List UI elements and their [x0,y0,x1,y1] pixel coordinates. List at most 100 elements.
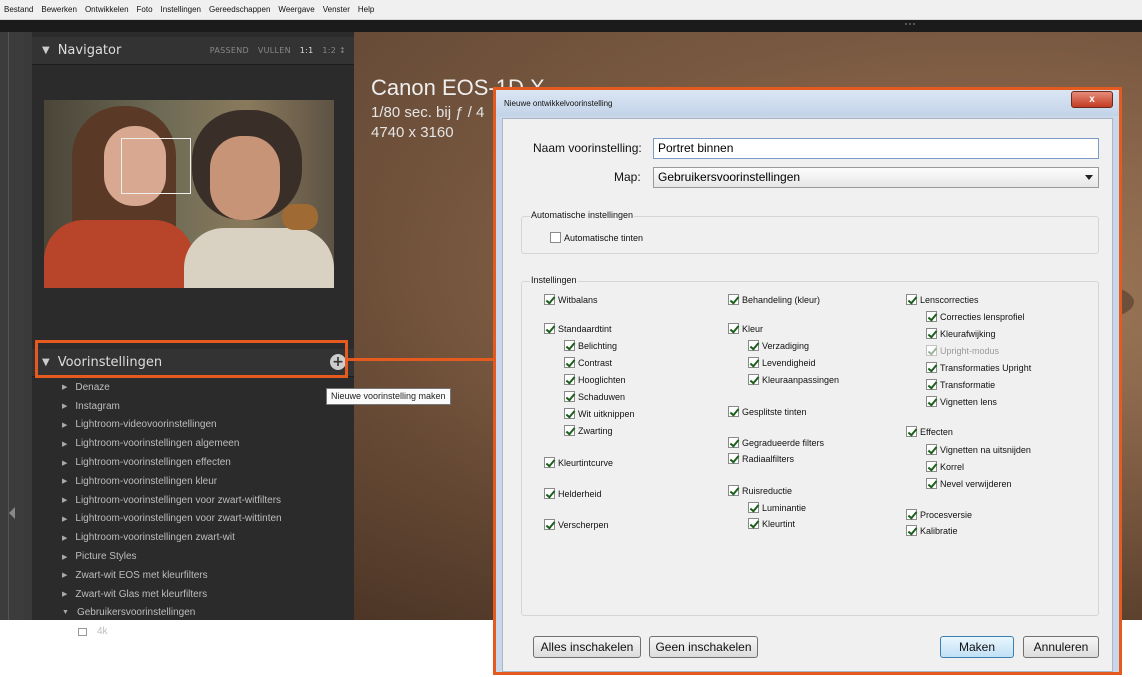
basic-tone-checkbox[interactable]: Standaardtint [544,323,612,334]
treatment-checkbox[interactable]: Behandeling (kleur) [728,294,820,305]
effects-checkbox[interactable]: Effecten [906,426,953,437]
navigator-zoom-box[interactable] [121,138,191,194]
check-all-button[interactable]: Alles inschakelen [533,636,641,658]
preset-folder[interactable]: ▶ Denaze [32,378,354,397]
checkbox-box [748,374,759,385]
grain-checkbox[interactable]: Korrel [926,461,964,472]
checkbox-box [748,357,759,368]
radial-filters-checkbox[interactable]: Radiaalfilters [728,453,794,464]
lens-corrections-checkbox[interactable]: Lenscorrecties [906,294,979,305]
color-noise-checkbox[interactable]: Kleurtint [748,518,795,529]
check-none-button[interactable]: Geen inschakelen [649,636,758,658]
menu-foto[interactable]: Foto [137,5,153,14]
navigator-header[interactable]: ▼ Navigator PASSEND VULLEN 1:1 1:2 ↕ [32,37,354,65]
checkbox-box [926,444,937,455]
checkbox-box [728,406,739,417]
preset-folder[interactable]: ▶ Lightroom-videovoorinstellingen [32,416,354,435]
menu-ontwikkelen[interactable]: Ontwikkelen [85,5,129,14]
transform-checkbox[interactable]: Transformatie [926,379,995,390]
preset-folder[interactable]: ▶ Zwart-wit Glas met kleurfilters [32,585,354,604]
menu-bewerken[interactable]: Bewerken [41,5,77,14]
checkbox-box [544,294,555,305]
color-checkbox[interactable]: Kleur [728,323,763,334]
black-clipping-checkbox[interactable]: Zwarting [564,425,613,436]
panel-grip-icon[interactable] [905,23,915,28]
color-adjustments-checkbox[interactable]: Kleuraanpassingen [748,374,839,385]
preset-folder[interactable]: ▶ Lightroom-voorinstellingen voor zwart-w… [32,510,354,529]
collapse-left-arrow-icon[interactable] [9,507,15,519]
upright-transforms-checkbox[interactable]: Transformaties Upright [926,362,1031,373]
lens-vignetting-checkbox[interactable]: Vignetten lens [926,396,997,407]
menu-weergave[interactable]: Weergave [278,5,314,14]
add-preset-tooltip: Nieuwe voorinstelling maken [326,388,451,405]
preset-folder[interactable]: ▶ Lightroom-voorinstellingen effecten [32,453,354,472]
preset-folder[interactable]: ▶ Zwart-wit EOS met kleurfilters [32,566,354,585]
create-button[interactable]: Maken [940,636,1014,658]
clarity-checkbox[interactable]: Helderheid [544,488,602,499]
graduated-filters-checkbox[interactable]: Gegradueerde filters [728,437,824,448]
dialog-title-bar[interactable]: Nieuwe ontwikkelvoorinstelling x [496,90,1119,116]
menu-help[interactable]: Help [358,5,374,14]
saturation-checkbox[interactable]: Verzadiging [748,340,809,351]
menu-gereedschappen[interactable]: Gereedschappen [209,5,270,14]
preset-item[interactable]: 4k [32,622,354,641]
checkbox-label: Behandeling (kleur) [742,294,821,305]
contrast-checkbox[interactable]: Contrast [564,357,612,368]
folder-select[interactable]: Gebruikersvoorinstellingen [653,167,1099,188]
auto-tone-checkbox[interactable]: Automatische tinten [550,232,643,243]
expand-triangle-icon: ▶ [62,403,68,411]
tone-curve-checkbox[interactable]: Kleurtintcurve [544,457,613,468]
preset-folder[interactable]: ▶ Instagram [32,397,354,416]
checkbox-box [544,323,555,334]
vibrance-checkbox[interactable]: Levendigheid [748,357,816,368]
white-clipping-checkbox[interactable]: Wit uitknippen [564,408,635,419]
cancel-button[interactable]: Annuleren [1023,636,1099,658]
split-toning-checkbox[interactable]: Gesplitste tinten [728,406,807,417]
checkbox-label: Hooglichten [578,374,626,385]
close-button[interactable]: x [1071,91,1113,108]
preset-folder[interactable]: ▶ Lightroom-voorinstellingen kleur [32,472,354,491]
checkbox-label: Gesplitste tinten [742,406,807,417]
preset-folder[interactable]: ▶ Lightroom-voorinstellingen algemeen [32,434,354,453]
noise-reduction-checkbox[interactable]: Ruisreductie [728,485,792,496]
preset-folder[interactable]: ▶ Lightroom-voorinstellingen voor zwart-w… [32,491,354,510]
process-version-checkbox[interactable]: Procesversie [906,509,972,520]
presets-highlight-box [35,340,348,378]
luminance-checkbox[interactable]: Luminantie [748,502,806,513]
expand-triangle-icon: ▶ [62,591,68,599]
zoom-fit[interactable]: PASSEND [210,46,249,55]
post-crop-vignetting-checkbox[interactable]: Vignetten na uitsnijden [926,444,1031,455]
zoom-1-1[interactable]: 1:1 [300,46,314,55]
checkbox-box [728,485,739,496]
menu-instellingen[interactable]: Instellingen [161,5,201,14]
preset-folder[interactable]: ▶ Picture Styles [32,547,354,566]
zoom-1-2[interactable]: 1:2 ↕ [322,46,346,55]
checkbox-box [926,311,937,322]
lens-profile-checkbox[interactable]: Correcties lensprofiel [926,311,1025,322]
menu-bestand[interactable]: Bestand [4,5,33,14]
checkbox-label: Verzadiging [762,340,810,351]
chromatic-aberration-checkbox[interactable]: Kleurafwijking [926,328,996,339]
checkbox-label: Automatische tinten [564,232,644,243]
shadows-checkbox[interactable]: Schaduwen [564,391,625,402]
checkbox-box [728,453,739,464]
preset-folder-label: Lightroom-voorinstellingen voor zwart-wi… [75,494,282,506]
dehaze-checkbox[interactable]: Nevel verwijderen [926,478,1012,489]
callout-connector-line [348,358,493,361]
sharpening-checkbox[interactable]: Verscherpen [544,519,609,530]
expand-triangle-icon: ▶ [62,478,68,486]
checkbox-label: Helderheid [558,488,602,499]
preset-name-input[interactable]: Portret binnen [653,138,1099,159]
zoom-fill[interactable]: VULLEN [258,46,291,55]
exposure-checkbox[interactable]: Belichting [564,340,617,351]
checkbox-box [906,426,917,437]
preset-folder-open[interactable]: ▼ Gebruikersvoorinstellingen [32,604,354,623]
checkbox-box [728,437,739,448]
white-balance-checkbox[interactable]: Witbalans [544,294,598,305]
checkbox-box [564,425,575,436]
menu-venster[interactable]: Venster [323,5,350,14]
preset-folder[interactable]: ▶ Lightroom-voorinstellingen zwart-wit [32,528,354,547]
navigator-preview[interactable] [44,100,334,288]
calibration-checkbox[interactable]: Kalibratie [906,525,958,536]
highlights-checkbox[interactable]: Hooglichten [564,374,626,385]
